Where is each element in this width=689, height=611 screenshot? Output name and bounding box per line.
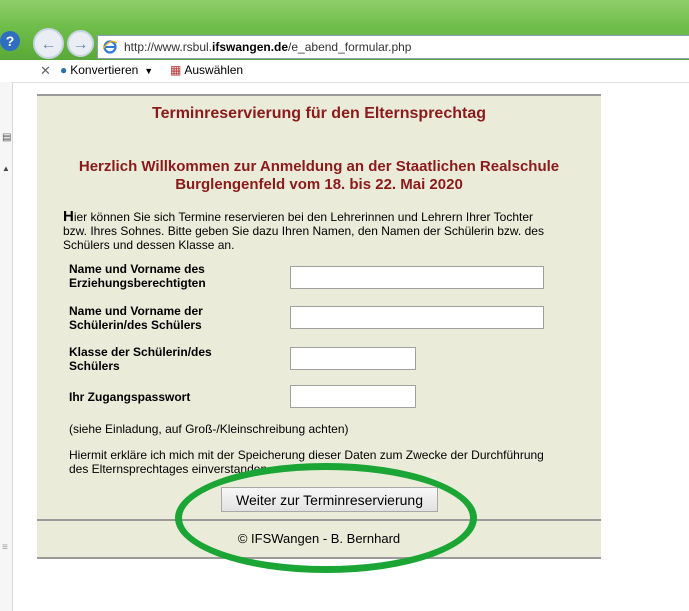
grip-icon: ≡ (2, 542, 8, 553)
password-label: Ihr Zugangspasswort (69, 390, 191, 404)
scroll-up-icon[interactable]: ▲ (2, 164, 10, 173)
forward-button[interactable]: → (67, 30, 94, 57)
guardian-name-input[interactable] (290, 266, 544, 289)
student-name-input[interactable] (290, 306, 544, 329)
ie-icon (102, 39, 118, 61)
intro-text: Hier können Sie sich Termine reservieren… (63, 208, 544, 252)
convert-button[interactable]: ● Konvertieren ▼ (60, 63, 153, 77)
select-icon: ▦ (170, 63, 182, 77)
url-text: http://www.rsbul.ifswangen.de/e_abend_fo… (124, 40, 412, 54)
consent-text: Hiermit erkläre ich mich mit der Speiche… (69, 448, 544, 476)
close-toolbar-icon[interactable]: ✕ (40, 63, 51, 79)
panel-icon: ▤ (2, 132, 12, 143)
chevron-down-icon: ▼ (144, 66, 154, 76)
student-name-label: Name und Vorname der Schülerin/des Schüle… (69, 304, 203, 332)
welcome-heading: Herzlich Willkommen zur Anmeldung an der… (78, 158, 560, 193)
left-scrollbar[interactable]: ▤ ▲ ≡ (0, 82, 13, 611)
convert-icon: ● (60, 63, 68, 77)
browser-toolbar: ✕ ● Konvertieren ▼ ▦ Auswählen (0, 60, 689, 83)
submit-button[interactable]: Weiter zur Terminreservierung (221, 487, 438, 512)
page-footer: © IFSWangen - B. Bernhard (37, 519, 601, 559)
back-button[interactable]: ← (33, 28, 64, 59)
form-panel: Herzlich Willkommen zur Anmeldung an der… (37, 132, 601, 519)
page-title: Terminreservierung für den Elternsprecht… (37, 94, 601, 134)
class-label: Klasse der Schülerin/des Schülers (69, 345, 212, 373)
help-icon[interactable]: ? (0, 31, 20, 51)
password-note: (siehe Einladung, auf Groß-/Kleinschreib… (69, 422, 349, 436)
password-input[interactable] (290, 385, 416, 408)
guardian-name-label: Name und Vorname des Erziehungsberechtigt… (69, 262, 206, 290)
class-input[interactable] (290, 347, 416, 370)
address-bar[interactable]: http://www.rsbul.ifswangen.de/e_abend_fo… (97, 35, 689, 59)
select-button[interactable]: ▦ Auswählen (170, 63, 243, 77)
